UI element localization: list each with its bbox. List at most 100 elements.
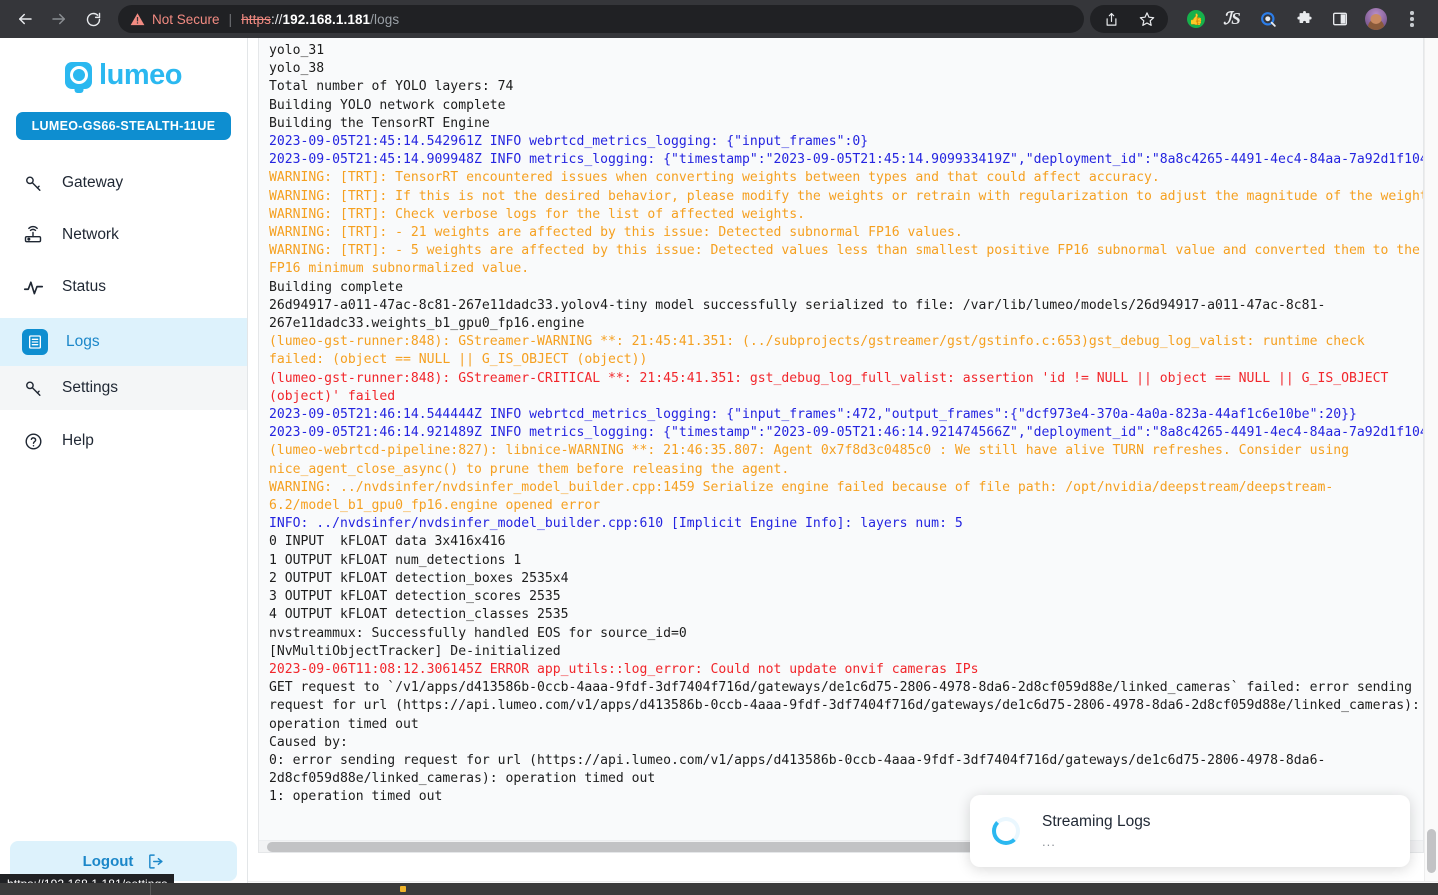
log-line: 3 OUTPUT kFLOAT detection_scores 2535 — [269, 589, 561, 605]
app-logo[interactable]: lumeo — [0, 38, 247, 100]
os-taskbar — [0, 883, 1438, 895]
sidebar-item-label: Logs — [66, 333, 100, 350]
stylus-extension-button[interactable]: ℐS — [1217, 4, 1247, 34]
log-line: 0 INPUT kFLOAT data 3x416x416 — [269, 534, 506, 550]
log-line: (lumeo-webrtcd-pipeline:827): libnice-WA… — [269, 443, 1357, 477]
log-line: Caused by: — [269, 734, 348, 750]
puzzle-extensions-icon — [1296, 10, 1312, 23]
browser-toolbar: Not Secure | https://192.168.1.181/logs … — [0, 0, 1438, 38]
log-line: 2023-09-05T21:46:14.921489Z INFO metrics… — [269, 425, 1423, 441]
warning-triangle-icon — [130, 12, 145, 27]
logout-label: Logout — [82, 852, 134, 870]
log-line: (lumeo-gst-runner:848): GStreamer-CRITIC… — [269, 370, 1397, 404]
url-scheme: https — [241, 11, 271, 27]
not-secure-label: Not Secure — [152, 11, 220, 27]
log-line: 26d94917-a011-47ac-8c81-267e11dadc33.yol… — [269, 297, 1326, 332]
sidebar-item-settings[interactable]: Settings — [0, 366, 247, 410]
log-line: WARNING: [TRT]: - 21 weights are affecte… — [269, 225, 963, 241]
reload-icon — [86, 12, 100, 26]
log-line: Building YOLO network complete — [269, 97, 506, 113]
toast-title: Streaming Logs — [1042, 813, 1151, 830]
sidebar-item-network[interactable]: Network — [0, 214, 247, 256]
log-line: yolo_38 — [269, 61, 325, 77]
url-separator: :// — [270, 11, 283, 27]
nav-gap — [0, 204, 247, 214]
log-line: [NvMultiObjectTracker] De-initialized — [269, 643, 561, 659]
reload-button[interactable] — [78, 4, 108, 34]
sidepanel-icon — [1333, 12, 1347, 26]
profile-button[interactable] — [1361, 4, 1391, 34]
log-line: 2023-09-05T21:45:14.542961Z INFO webrtcd… — [269, 134, 869, 150]
log-line: WARNING: [TRT]: If this is not the desir… — [269, 188, 1423, 204]
kebab-menu-icon — [1410, 11, 1414, 27]
back-button[interactable] — [10, 4, 40, 34]
sidebar-item-logs[interactable]: Logs — [0, 318, 247, 366]
page-vertical-scroll-thumb[interactable] — [1427, 829, 1436, 873]
address-bar[interactable]: Not Secure | https://192.168.1.181/logs — [118, 5, 1084, 33]
taskbar-divider — [150, 883, 151, 895]
log-line: Building complete — [269, 279, 404, 295]
browser-menu-button[interactable] — [1397, 4, 1427, 34]
log-line: WARNING: [TRT]: Check verbose logs for t… — [269, 206, 806, 222]
streaming-logs-toast: Streaming Logs ... — [970, 795, 1410, 867]
sign-out-icon — [147, 853, 164, 870]
arrow-left-icon — [19, 13, 32, 25]
log-line: yolo_31 — [269, 43, 325, 58]
url-host: 192.168.1.181 — [282, 11, 371, 27]
sidebar-item-help[interactable]: Help — [0, 420, 247, 462]
sidebar: lumeo LUMEO-GS66-STEALTH-11UE Gateway Ne… — [0, 38, 248, 895]
log-line: (lumeo-gst-runner:848): GStreamer-WARNIN… — [269, 334, 1373, 368]
url-text: https://192.168.1.181/logs — [241, 12, 399, 27]
sidebar-item-status[interactable]: Status — [0, 266, 247, 308]
side-panel-button[interactable] — [1325, 4, 1355, 34]
log-line: Total number of YOLO layers: 74 — [269, 79, 514, 95]
pulse-icon — [22, 276, 44, 298]
key-icon — [22, 172, 44, 194]
loading-spinner-icon — [992, 817, 1020, 845]
stylus-extension-icon: ℐS — [1223, 9, 1241, 28]
log-line: nvstreammux: Successfully handled EOS fo… — [269, 625, 687, 641]
thumbs-up-extension-icon: 👍 — [1187, 10, 1205, 28]
log-lines-container: yolo_31 yolo_38 Total number of YOLO layer… — [259, 38, 1423, 840]
share-bookmark-group — [1090, 5, 1168, 33]
extensions-button[interactable] — [1289, 4, 1319, 34]
log-line: 2023-09-05T21:45:14.909948Z INFO metrics… — [269, 152, 1423, 168]
search-extension-icon — [1260, 11, 1276, 27]
log-line: WARNING: [TRT]: - 5 weights are affected… — [269, 243, 1420, 277]
thumbs-up-extension-button[interactable]: 👍 — [1181, 4, 1211, 34]
forward-button[interactable] — [44, 4, 74, 34]
sidebar-item-label: Help — [62, 432, 94, 449]
question-circle-icon — [22, 430, 44, 452]
log-line: WARNING: [TRT]: TensorRT encountered iss… — [269, 170, 1160, 186]
sidebar-item-label: Status — [62, 278, 106, 295]
search-extension-button[interactable] — [1253, 4, 1283, 34]
toast-text: Streaming Logs ... — [1042, 813, 1151, 849]
sidebar-item-label: Network — [62, 226, 119, 243]
log-line: GET request to `/v1/apps/d413586b-0ccb-4… — [269, 680, 1420, 732]
url-path: /logs — [370, 11, 400, 27]
app-logo-text: lumeo — [99, 58, 182, 91]
page-body: lumeo LUMEO-GS66-STEALTH-11UE Gateway Ne… — [0, 38, 1438, 895]
router-icon — [22, 224, 44, 246]
log-line: 4 OUTPUT kFLOAT detection_classes 2535 — [269, 607, 569, 623]
toast-subtitle: ... — [1042, 834, 1056, 849]
log-line: 1 OUTPUT kFLOAT num_detections 1 — [269, 552, 522, 568]
log-line: Building the TensorRT Engine — [269, 115, 490, 131]
share-icon — [1106, 12, 1116, 26]
arrow-right-icon — [52, 13, 65, 25]
device-name-badge: LUMEO-GS66-STEALTH-11UE — [15, 112, 232, 140]
bookmark-button[interactable] — [1132, 4, 1162, 34]
nav-gap — [0, 308, 247, 318]
sidebar-item-gateway[interactable]: Gateway — [0, 162, 247, 204]
log-line: 2 OUTPUT kFLOAT detection_boxes 2535x4 — [269, 570, 569, 586]
log-line: WARNING: ../nvdsinfer/nvdsinfer_model_bu… — [269, 479, 1334, 514]
log-line: 2023-09-06T11:08:12.306145Z ERROR app_ut… — [269, 661, 979, 677]
page-vertical-scrollbar[interactable] — [1424, 38, 1438, 881]
nav-gap — [0, 410, 247, 420]
log-line: 2023-09-05T21:46:14.544444Z INFO webrtcd… — [269, 407, 1357, 423]
nav-gap — [0, 256, 247, 266]
log-panel[interactable]: yolo_31 yolo_38 Total number of YOLO layer… — [258, 38, 1424, 853]
log-line: INFO: ../nvdsinfer/nvdsinfer_model_build… — [269, 516, 963, 532]
share-button[interactable] — [1096, 4, 1126, 34]
star-icon — [1139, 12, 1155, 26]
